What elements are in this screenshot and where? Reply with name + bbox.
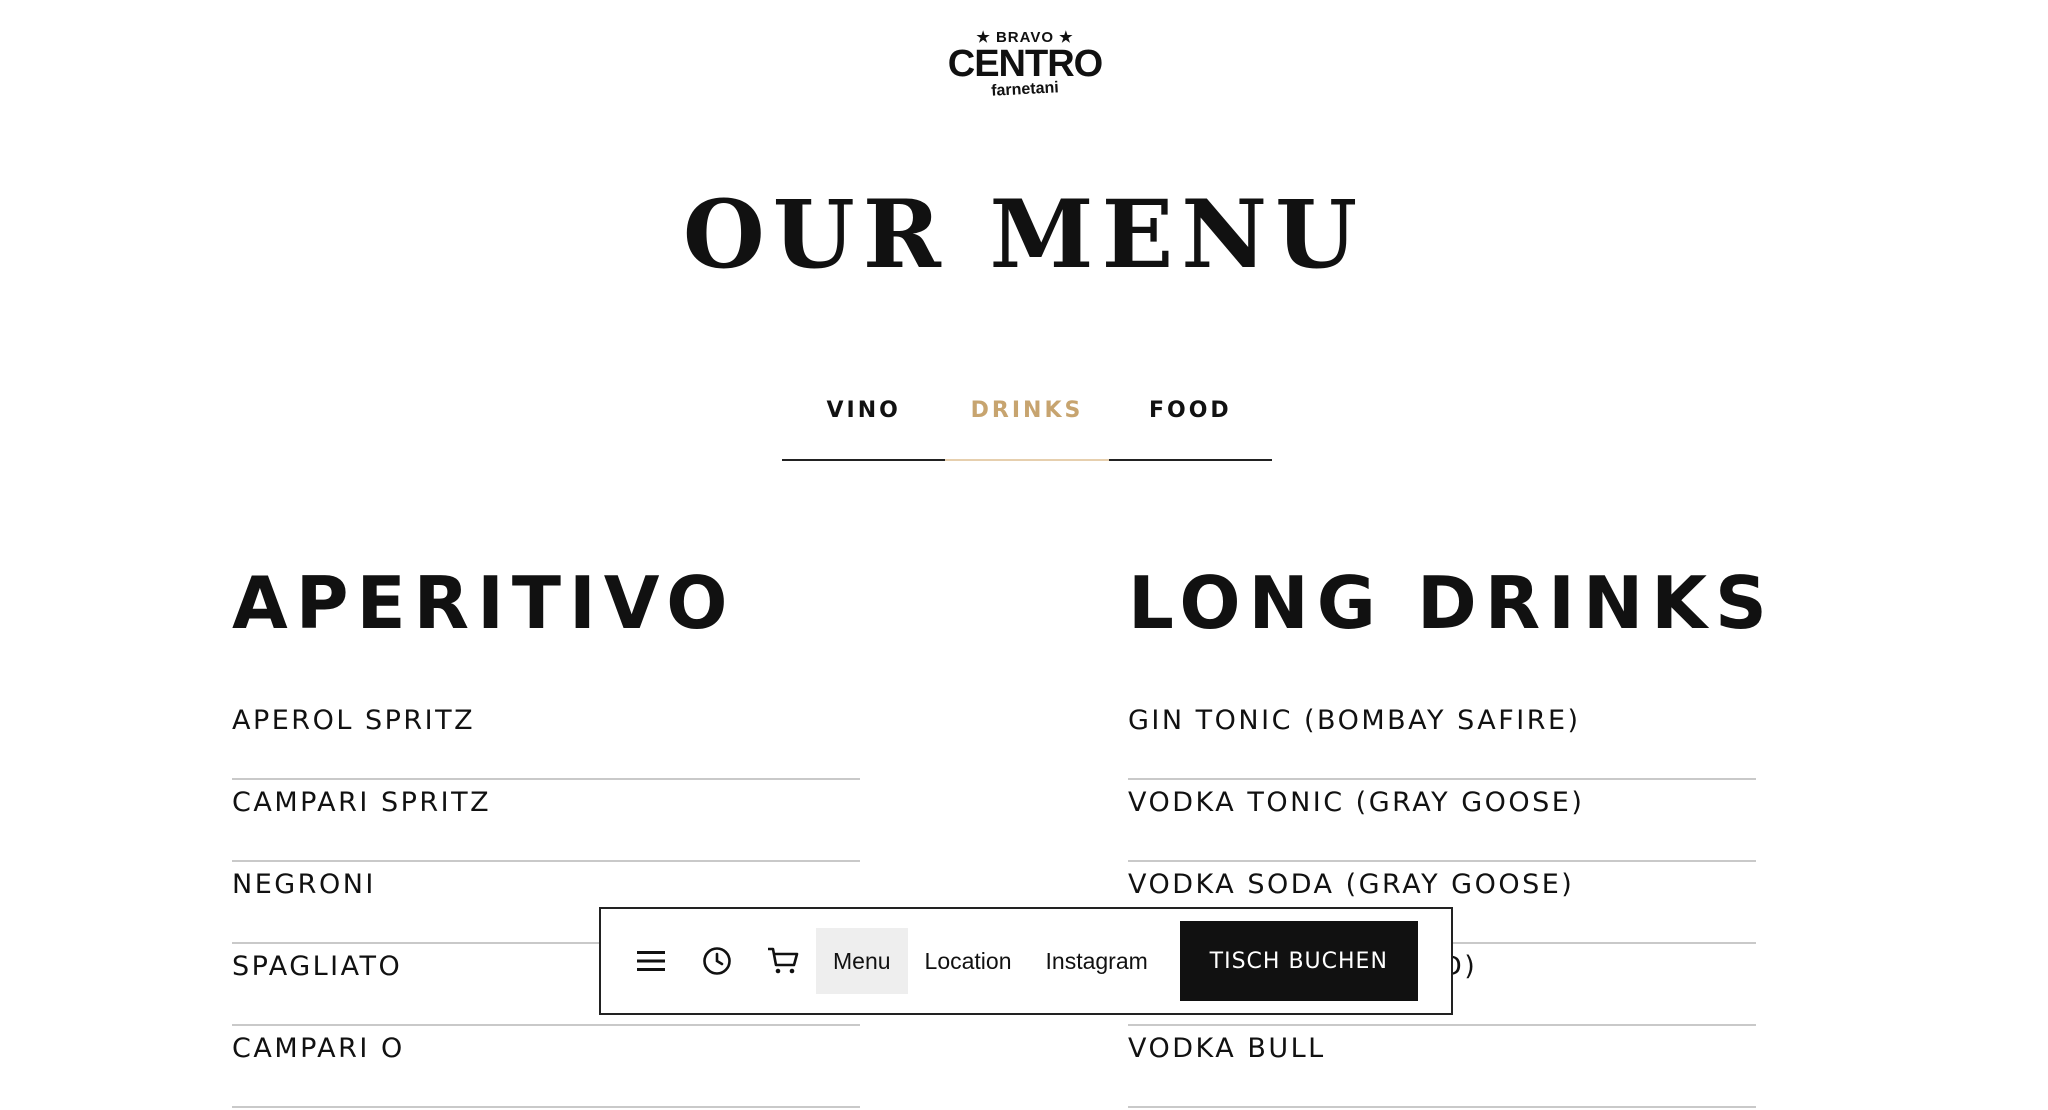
nav-link-instagram[interactable]: Instagram: [1029, 928, 1165, 994]
menu-tabs: VINO DRINKS FOOD: [782, 362, 1272, 461]
book-table-button[interactable]: TISCH BUCHEN: [1179, 921, 1418, 1001]
clock-icon[interactable]: [684, 928, 750, 994]
nav-link-menu[interactable]: Menu: [816, 928, 908, 994]
list-item: CAMPARI O: [232, 1028, 860, 1108]
page-title: OUR MENU: [682, 180, 1366, 290]
list-item: APEROL SPRITZ: [232, 700, 860, 780]
tab-vino[interactable]: VINO: [782, 362, 946, 461]
menu-icon[interactable]: [618, 928, 684, 994]
list-item: VODKA TONIC (GRAY GOOSE): [1128, 782, 1756, 862]
list-item: GIN TONIC (BOMBAY SAFIRE): [1128, 700, 1756, 780]
tab-drinks[interactable]: DRINKS: [945, 362, 1109, 461]
section-title-long-drinks: LONG DRINKS: [1128, 561, 1775, 645]
aperitivo-list: APEROL SPRITZ CAMPARI SPRITZ NEGRONI SPA…: [232, 700, 860, 1110]
list-item: VODKA BULL: [1128, 1028, 1756, 1108]
logo-main-text: CENTRO: [947, 43, 1103, 85]
nav-link-location[interactable]: Location: [908, 928, 1029, 994]
list-item: CAMPARI SPRITZ: [232, 782, 860, 862]
cart-icon[interactable]: [750, 928, 816, 994]
long-drinks-list: GIN TONIC (BOMBAY SAFIRE) VODKA TONIC (G…: [1128, 700, 1756, 1110]
bottom-navbar: Menu Location Instagram TISCH BUCHEN: [599, 907, 1453, 1015]
tab-food[interactable]: FOOD: [1108, 362, 1272, 461]
brand-logo[interactable]: ★ BRAVO ★ CENTRO farnetani: [944, 30, 1106, 108]
section-title-aperitivo: APERITIVO: [232, 561, 736, 645]
